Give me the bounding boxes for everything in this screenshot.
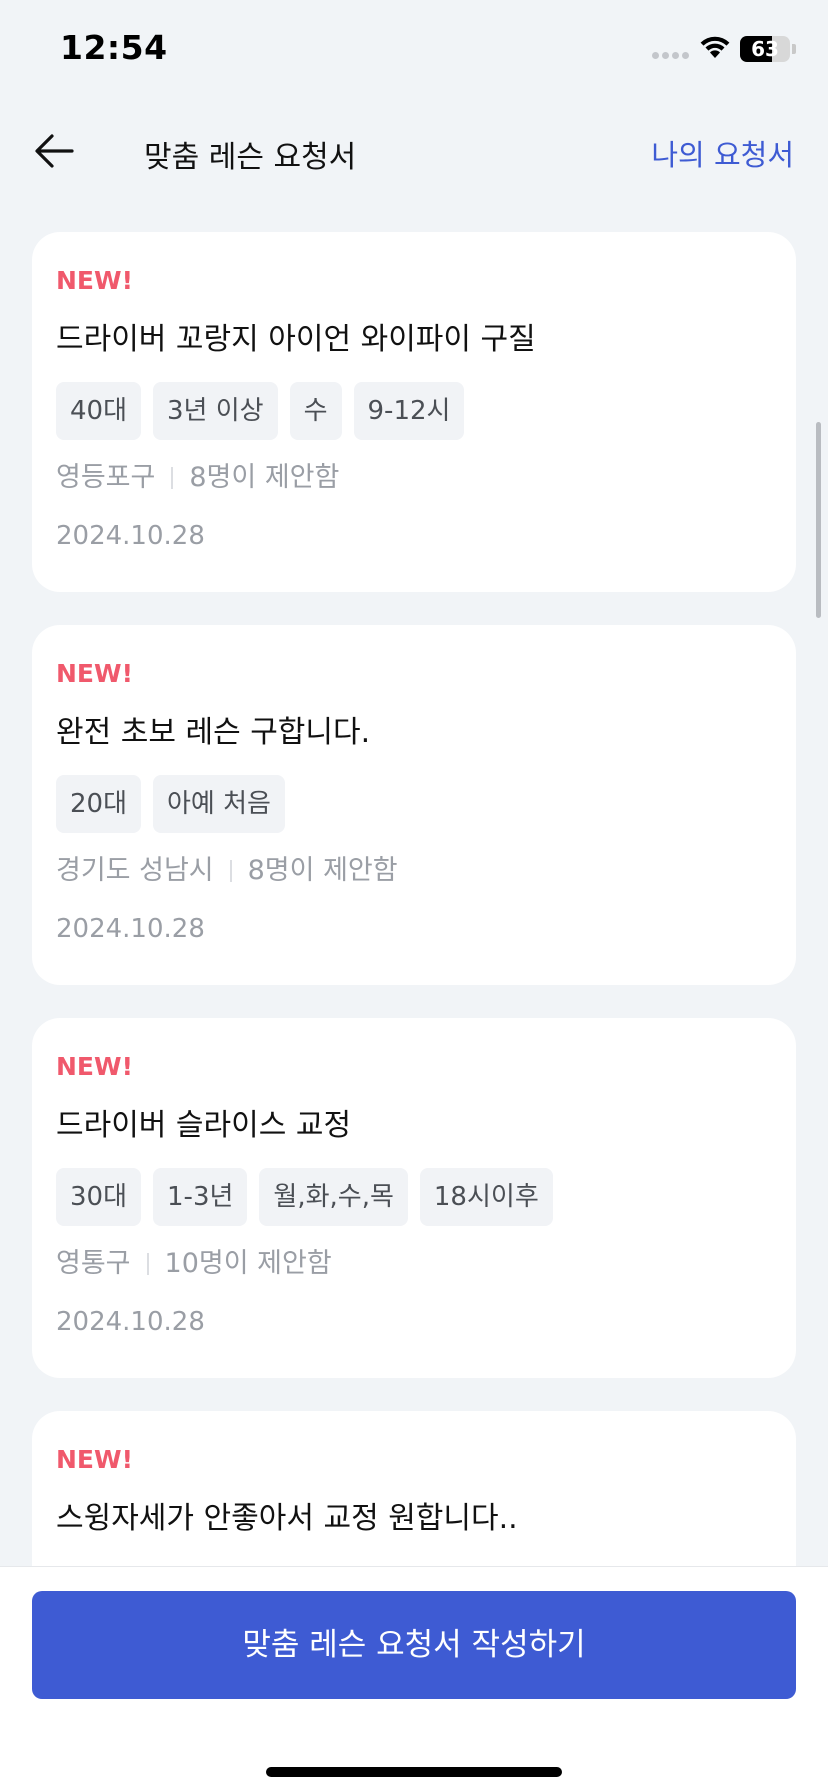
proposal-count: 8명이 제안함 xyxy=(247,855,398,886)
meta-divider xyxy=(229,860,232,882)
wifi-icon xyxy=(700,36,730,58)
request-tag: 9-12시 xyxy=(353,382,465,440)
request-location: 영등포구 xyxy=(56,462,156,493)
request-location: 영통구 xyxy=(56,1248,131,1279)
request-tag: 40대 xyxy=(56,382,142,440)
page-title: 맞춤 레슨 요청서 xyxy=(144,140,357,175)
request-tag: 1-3년 xyxy=(153,1168,248,1226)
request-meta: 경기도 성남시 8명이 제안함 xyxy=(56,853,772,889)
request-date: 2024.10.28 xyxy=(56,1307,205,1337)
request-meta: 영등포구 8명이 제안함 xyxy=(56,460,772,496)
proposal-count: 10명이 제안함 xyxy=(164,1248,332,1279)
tag-list: 40대 3년 이상 수 9-12시 xyxy=(56,382,772,440)
scrollbar[interactable] xyxy=(816,422,821,618)
battery-text: 63 xyxy=(751,37,779,61)
request-meta: 영통구 10명이 제안함 xyxy=(56,1246,772,1282)
bottom-bar: 맞춤 레슨 요청서 작성하기 xyxy=(0,1566,828,1792)
request-date: 2024.10.28 xyxy=(56,914,205,944)
meta-divider xyxy=(171,467,174,489)
new-badge: NEW! xyxy=(56,1445,133,1474)
new-badge: NEW! xyxy=(56,266,133,295)
request-title: 스윙자세가 안좋아서 교정 원합니다.. xyxy=(56,1501,518,1536)
new-badge: NEW! xyxy=(56,659,133,688)
request-list: NEW! 드라이버 꼬랑지 아이언 와이파이 구질 40대 3년 이상 수 9-12시영등… xyxy=(32,232,796,1792)
arrow-left-icon xyxy=(35,134,74,168)
request-tag: 20대 xyxy=(56,775,142,833)
request-location: 경기도 성남시 xyxy=(56,855,214,886)
new-badge: NEW! xyxy=(56,1052,133,1081)
my-requests-link[interactable]: 나의 요청서 xyxy=(651,132,794,174)
request-tag: 3년 이상 xyxy=(153,382,278,440)
proposal-count: 8명이 제안함 xyxy=(189,462,340,493)
request-title: 드라이버 꼬랑지 아이언 와이파이 구질 xyxy=(56,322,536,357)
write-request-button[interactable]: 맞춤 레슨 요청서 작성하기 xyxy=(32,1591,796,1699)
tag-list: 30대 1-3년 월,화,수,목 18시이후 xyxy=(56,1168,772,1226)
request-card[interactable]: NEW! 드라이버 꼬랑지 아이언 와이파이 구질 40대 3년 이상 수 9-12시영등… xyxy=(32,232,796,592)
status-time: 12:54 xyxy=(60,28,168,67)
request-tag: 월,화,수,목 xyxy=(259,1168,408,1226)
tag-list: 20대 아예 처음 xyxy=(56,775,772,833)
header: 맞춤 레슨 요청서 나의 요청서 xyxy=(0,110,828,192)
screen: 12:54 63 맞춤 레슨 요청서 나의 요청서 NEW! 드라이버 꼬랑지 아… xyxy=(0,0,828,1792)
back-button[interactable] xyxy=(28,126,84,176)
request-tag: 30대 xyxy=(56,1168,142,1226)
request-card[interactable]: NEW! 완전 초보 레슨 구합니다. 20대 아예 처음경기도 성남시 8명이 제안함… xyxy=(32,625,796,985)
signal-dots-icon xyxy=(652,52,692,60)
request-date: 2024.10.28 xyxy=(56,521,205,551)
request-tag: 아예 처음 xyxy=(153,775,285,833)
request-card[interactable]: NEW! 드라이버 슬라이스 교정 30대 1-3년 월,화,수,목 18시이후영통구 10… xyxy=(32,1018,796,1378)
meta-divider xyxy=(146,1253,149,1275)
status-bar: 12:54 63 xyxy=(0,0,828,100)
battery-icon: 63 xyxy=(740,36,796,62)
request-title: 드라이버 슬라이스 교정 xyxy=(56,1108,352,1143)
request-tag: 18시이후 xyxy=(419,1168,553,1226)
request-tag: 수 xyxy=(289,382,342,440)
request-title: 완전 초보 레슨 구합니다. xyxy=(56,715,371,750)
home-indicator xyxy=(266,1767,562,1777)
